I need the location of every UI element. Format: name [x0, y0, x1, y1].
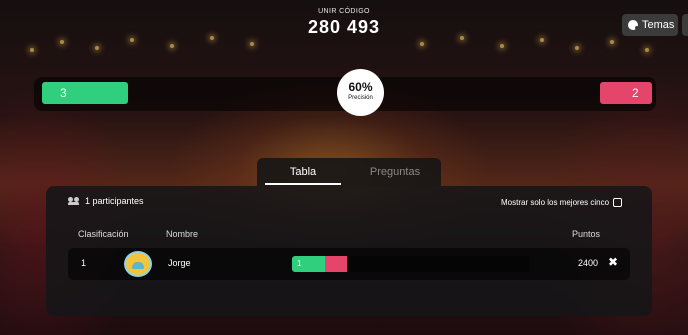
- join-code-label: UNIR CÓDIGO: [318, 8, 370, 15]
- column-header-points: Puntos: [572, 229, 601, 239]
- correct-answers-segment: 1: [292, 256, 325, 272]
- join-code-value: 280 493: [307, 17, 381, 37]
- column-header-rank: Clasificación: [78, 229, 129, 239]
- top-five-checkbox[interactable]: [613, 198, 623, 207]
- correct-answers-label: 1: [297, 259, 302, 268]
- view-tabs: Tabla Preguntas: [257, 158, 441, 186]
- participants-label: 1 participantes: [85, 196, 144, 206]
- remove-participant-icon[interactable]: ✖: [608, 255, 618, 269]
- accuracy-label: Precisión: [348, 95, 373, 101]
- leaderboard-panel: 1 participantes Mostrar solo los mejores…: [46, 186, 652, 316]
- accuracy-indicator: 60% Precisión: [337, 69, 384, 116]
- tab-tabla[interactable]: Tabla: [257, 158, 349, 186]
- themes-button[interactable]: Temas: [622, 14, 678, 36]
- row-rank: 1: [81, 258, 87, 268]
- column-header-name: Nombre: [166, 229, 199, 239]
- answer-progress-bar: 1: [292, 256, 530, 272]
- correct-count-badge: 3: [42, 82, 128, 104]
- tab-preguntas[interactable]: Preguntas: [349, 158, 441, 186]
- join-code-display: UNIR CÓDIGO 280 493: [0, 8, 688, 38]
- themes-button-label: Temas: [642, 19, 675, 31]
- palette-icon: [628, 20, 639, 30]
- incorrect-count-badge: 2: [600, 82, 652, 104]
- accuracy-percent: 60%: [348, 80, 373, 94]
- avatar: [124, 251, 152, 277]
- participants-count: 1 participantes: [68, 196, 144, 206]
- row-points: 2400: [578, 258, 599, 268]
- incorrect-answers-segment: [324, 256, 347, 272]
- top-five-label: Mostrar solo los mejores cinco: [501, 198, 610, 207]
- correct-count: 3: [60, 86, 67, 100]
- people-icon: [68, 197, 80, 205]
- top-five-toggle[interactable]: Mostrar solo los mejores cinco: [501, 198, 623, 207]
- table-row[interactable]: 1 Jorge 1 2400 ✖: [68, 248, 630, 280]
- overflow-button[interactable]: [682, 14, 688, 36]
- incorrect-count: 2: [632, 86, 639, 100]
- row-name: Jorge: [168, 258, 191, 268]
